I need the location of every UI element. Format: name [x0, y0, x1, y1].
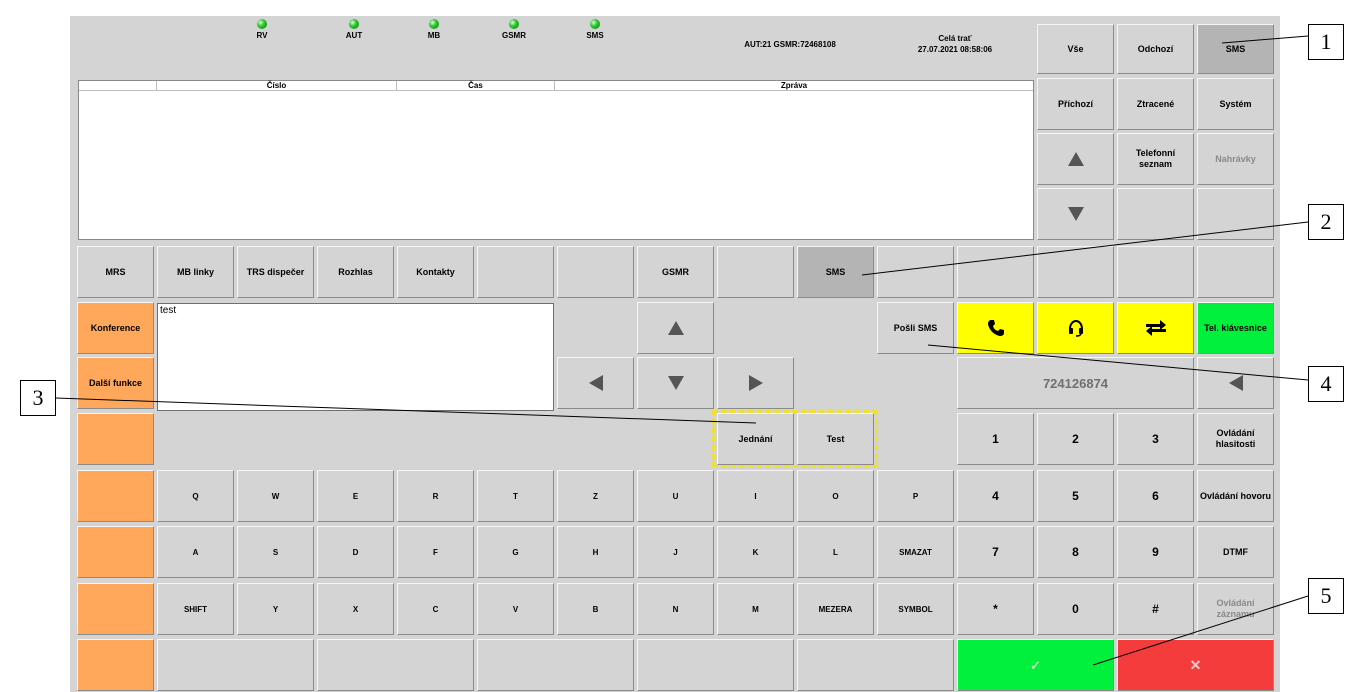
callout-2: 2	[1308, 204, 1344, 240]
callout-4: 4	[1308, 366, 1344, 402]
callout-5: 5	[1308, 578, 1344, 614]
callout-3: 3	[20, 380, 56, 416]
callout-1: 1	[1308, 24, 1344, 60]
callout-leader-lines	[55, 35, 1309, 666]
